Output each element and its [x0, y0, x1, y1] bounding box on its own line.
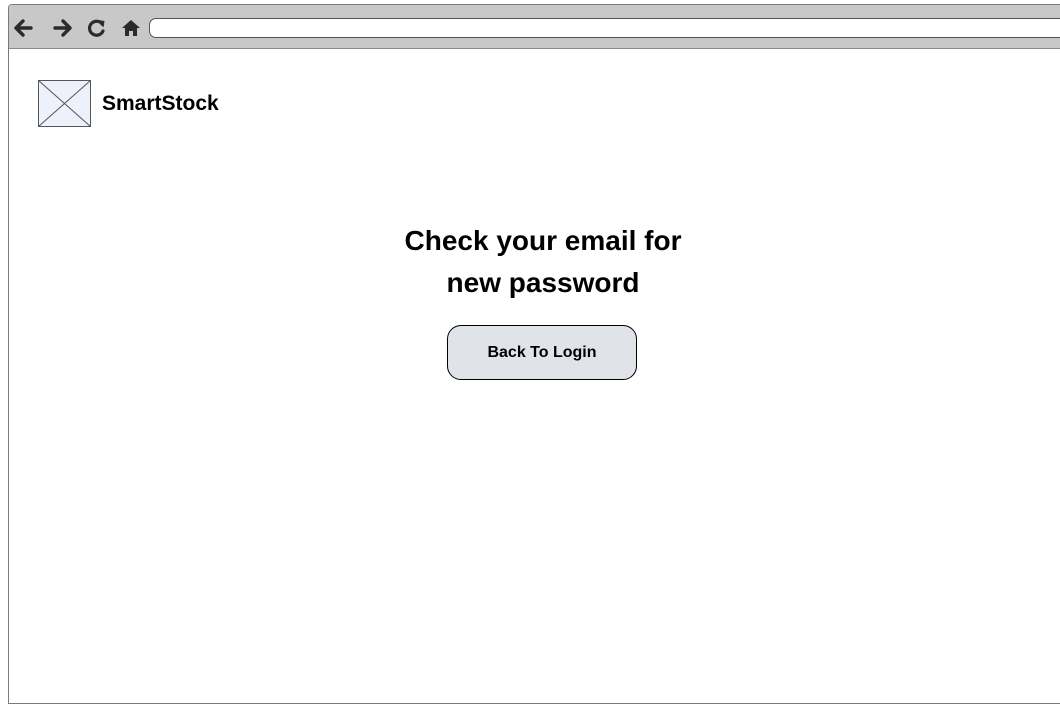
page-title-line-2: new password: [446, 267, 640, 298]
back-to-login-button[interactable]: Back To Login: [447, 325, 637, 380]
back-arrow-icon[interactable]: [11, 16, 35, 40]
address-bar[interactable]: [149, 18, 1060, 38]
forward-arrow-icon[interactable]: [51, 16, 75, 40]
logo-placeholder-icon: [38, 80, 91, 127]
browser-toolbar: [9, 5, 1060, 49]
reload-icon[interactable]: [85, 16, 109, 40]
page-title: Check your email for new password: [9, 220, 1060, 304]
page-title-line-1: Check your email for: [404, 225, 682, 256]
browser-window: SmartStock Check your email for new pass…: [8, 4, 1060, 704]
home-icon[interactable]: [119, 16, 143, 40]
brand-name: SmartStock: [102, 92, 219, 115]
